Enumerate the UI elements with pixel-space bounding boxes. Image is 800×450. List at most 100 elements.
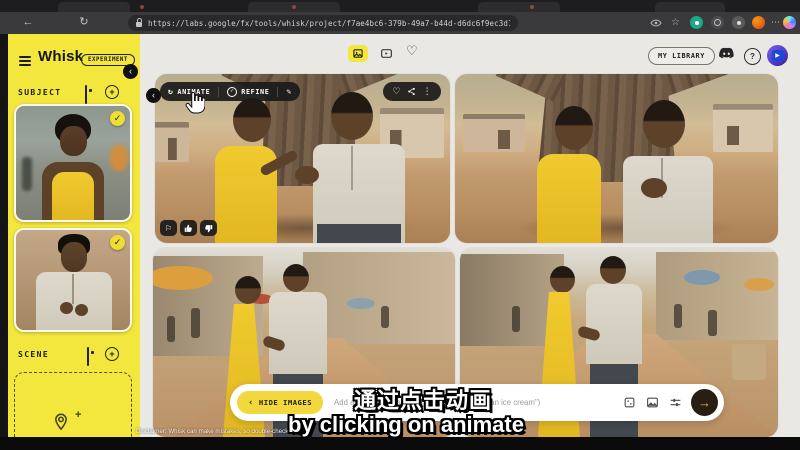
app-title: Whisk bbox=[38, 48, 83, 65]
browser-toolbar: ← ↻ https://labs.google/fx/tools/whisk/p… bbox=[0, 12, 800, 34]
art-pedestrian bbox=[191, 308, 200, 338]
art-woman-top bbox=[537, 154, 601, 243]
sidebar-collapse-button[interactable]: ‹ bbox=[123, 64, 138, 79]
copilot-icon[interactable] bbox=[783, 16, 796, 29]
subtitle-chinese: 通过点击动画 bbox=[354, 383, 492, 415]
extension-icon-dark[interactable] bbox=[711, 16, 724, 29]
star-icon[interactable]: ☆ bbox=[669, 16, 682, 29]
art-pedestrian bbox=[381, 306, 389, 328]
user-avatar[interactable]: ▶ bbox=[767, 45, 788, 66]
thumbs-up-button[interactable] bbox=[180, 220, 197, 236]
extension-icon-green[interactable] bbox=[690, 16, 703, 29]
subject1-selected-check[interactable]: ✓ bbox=[110, 111, 125, 126]
extension-icon-gray[interactable] bbox=[732, 16, 745, 29]
browser-tab-strip bbox=[0, 0, 800, 12]
art-man-head bbox=[643, 100, 685, 148]
subject2-shirt-placket bbox=[72, 274, 74, 304]
art-umbrella-gray bbox=[347, 298, 375, 309]
mouse-cursor bbox=[185, 91, 205, 120]
feedback-toolbar: ⚐ bbox=[160, 220, 217, 236]
browser-tab[interactable] bbox=[655, 2, 725, 12]
dice-icon[interactable] bbox=[622, 396, 636, 410]
menu-icon[interactable] bbox=[19, 56, 31, 66]
art-clasped-hands bbox=[641, 178, 667, 198]
art-tree-branch-left bbox=[496, 74, 567, 102]
hide-images-button[interactable]: ‹ HIDE IMAGES bbox=[237, 391, 323, 414]
art-woman-head bbox=[555, 106, 593, 150]
refine-icon: ✓ bbox=[227, 87, 237, 97]
discord-icon[interactable] bbox=[718, 47, 735, 66]
art-man-pants bbox=[317, 224, 401, 243]
tab-favicon bbox=[292, 5, 296, 9]
address-bar[interactable]: https://labs.google/fx/tools/whisk/proje… bbox=[128, 15, 518, 31]
video-view-toggle[interactable] bbox=[378, 46, 395, 61]
subtitle-english: by clicking on animate bbox=[288, 412, 524, 438]
eye-icon[interactable] bbox=[649, 16, 662, 29]
favorite-icon[interactable]: ♡ bbox=[392, 86, 400, 97]
subject1-face bbox=[60, 126, 87, 156]
submit-button[interactable]: → bbox=[691, 389, 718, 416]
subject2-face bbox=[61, 242, 87, 272]
liked-view-toggle[interactable]: ♡ bbox=[406, 43, 418, 59]
art-umbrella-orange bbox=[744, 278, 774, 291]
refresh-icon[interactable]: ↻ bbox=[76, 15, 92, 30]
location-pin-icon bbox=[53, 413, 69, 436]
sidebar: Whisk EXPERIMENT SUBJECT + ✓ ✓ SCEN bbox=[8, 34, 140, 437]
browser-tab[interactable] bbox=[58, 2, 130, 12]
subject2-selected-check[interactable]: ✓ bbox=[110, 235, 125, 250]
thumbs-down-button[interactable] bbox=[200, 220, 217, 236]
art-man-shirt bbox=[623, 156, 713, 243]
subject-card-man[interactable]: ✓ bbox=[14, 228, 132, 332]
art-hut-left bbox=[155, 122, 189, 162]
add-image-icon[interactable] bbox=[645, 396, 659, 410]
browser-tab[interactable] bbox=[478, 2, 560, 12]
generated-image-1[interactable]: ↻ ANIMATE ✓ REFINE ✎ ♡ ⋮ bbox=[155, 74, 450, 243]
scene-add-icon[interactable]: + bbox=[105, 347, 119, 361]
generated-image-2[interactable] bbox=[455, 74, 778, 243]
more-menu-icon[interactable]: ⋯ bbox=[769, 16, 782, 29]
art-pedestrian bbox=[674, 304, 682, 328]
art-woman-head bbox=[233, 98, 271, 142]
art-man-head bbox=[283, 264, 309, 292]
subject2-hand-left bbox=[60, 302, 73, 314]
flag-button[interactable]: ⚐ bbox=[160, 220, 177, 236]
tune-settings-icon[interactable] bbox=[668, 396, 682, 410]
art-man-head bbox=[600, 256, 626, 284]
subject-section-label: SUBJECT bbox=[18, 88, 62, 97]
art-tree-branch-right bbox=[658, 74, 728, 96]
scene-dice-icon[interactable] bbox=[87, 347, 89, 366]
share-icon[interactable] bbox=[407, 83, 416, 101]
pen-icon: ✎ bbox=[286, 87, 291, 96]
hide-images-label: HIDE IMAGES bbox=[259, 398, 312, 407]
my-library-button[interactable]: MY LIBRARY bbox=[648, 47, 715, 65]
art-man-shirt bbox=[269, 292, 327, 374]
refine-button[interactable]: ✓ REFINE bbox=[219, 82, 277, 101]
scene-plus-icon: + bbox=[75, 409, 81, 421]
subject-add-icon[interactable]: + bbox=[105, 85, 119, 99]
art-pedestrian bbox=[512, 306, 520, 332]
subject1-umbrella-blur bbox=[110, 145, 128, 171]
lock-icon bbox=[136, 22, 142, 27]
disclaimer-text: Disclaimer: Whisk can make mistakes, so … bbox=[136, 428, 293, 435]
art-umbrella-blue bbox=[684, 270, 720, 285]
help-icon[interactable]: ? bbox=[744, 48, 761, 65]
image-view-toggle[interactable] bbox=[348, 45, 368, 62]
tab-favicon bbox=[140, 5, 144, 9]
more-options-icon[interactable]: ⋮ bbox=[423, 86, 432, 97]
extension-icon-orange[interactable] bbox=[752, 16, 765, 29]
letterbox-bottom bbox=[0, 437, 800, 450]
back-icon[interactable]: ← bbox=[20, 15, 36, 30]
image-actions-toolbar: ↻ ANIMATE ✓ REFINE ✎ bbox=[160, 82, 300, 101]
art-pedestrian bbox=[708, 310, 717, 336]
edit-prompt-button[interactable]: ✎ bbox=[278, 82, 299, 101]
art-man-placket bbox=[351, 146, 353, 190]
subject-dice-icon[interactable] bbox=[85, 85, 87, 104]
scene-section-label: SCENE bbox=[18, 350, 49, 359]
previous-generation-button[interactable]: ‹ bbox=[146, 88, 161, 103]
subject2-shirt bbox=[36, 272, 112, 332]
subject-card-woman[interactable]: ✓ bbox=[14, 104, 132, 222]
tab-favicon bbox=[530, 5, 534, 9]
image-media-toolbar: ♡ ⋮ bbox=[383, 82, 441, 101]
subject1-pedestrian-blur bbox=[22, 157, 32, 191]
art-held-hands bbox=[295, 166, 319, 184]
